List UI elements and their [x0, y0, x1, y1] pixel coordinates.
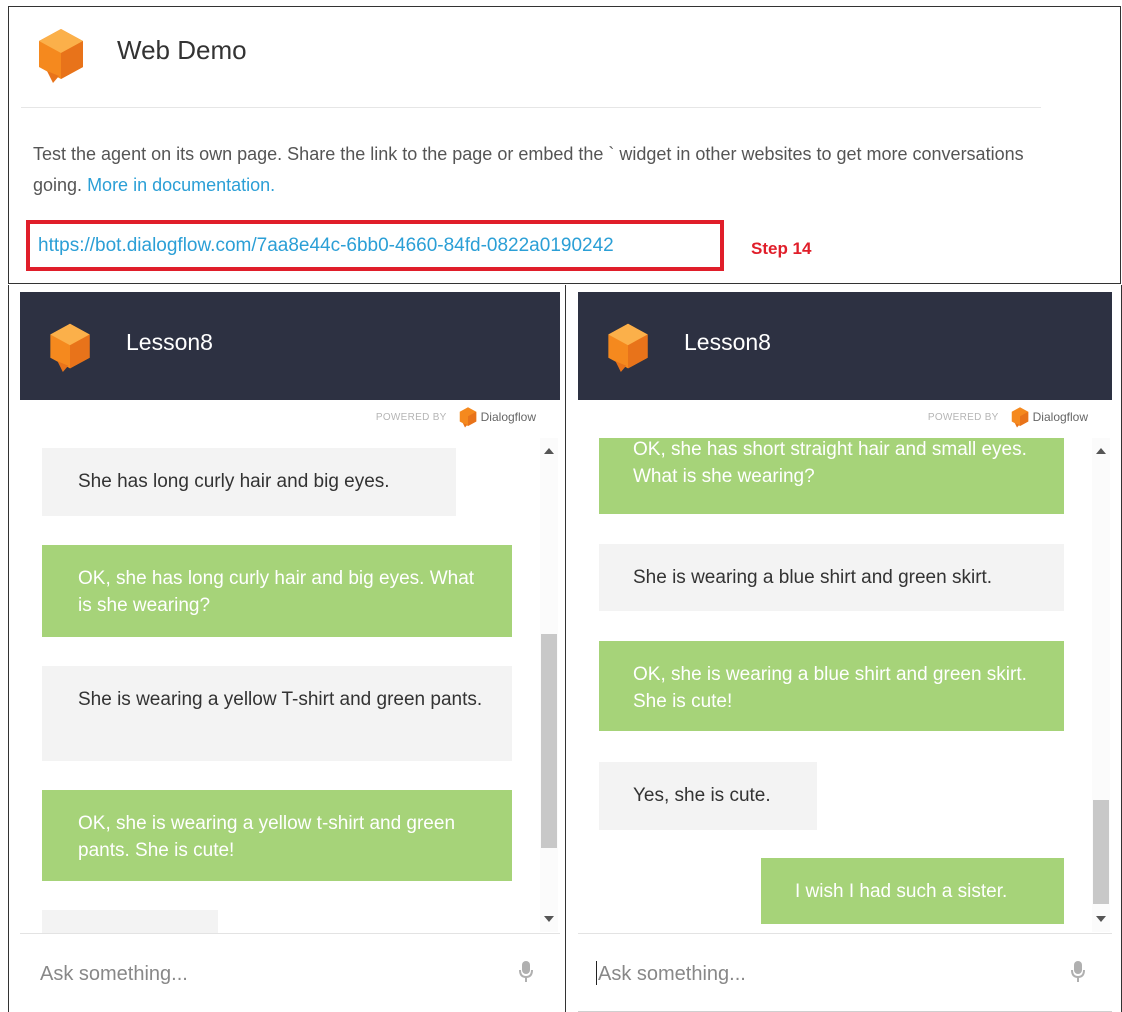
web-demo-header: [37, 25, 85, 85]
dialogflow-logo-icon: [459, 407, 476, 428]
powered-by: POWERED BY Dialogflow: [928, 406, 1088, 428]
web-demo-card: Web Demo Test the agent on its own page.…: [8, 6, 1121, 284]
message-list: OK, she has short straight hair and smal…: [578, 438, 1090, 934]
dialogflow-logo-icon: [1011, 407, 1028, 428]
agent-cube-icon: [50, 323, 90, 372]
message-text: OK, she has short straight hair and smal…: [633, 439, 1027, 487]
microphone-icon[interactable]: [1070, 960, 1086, 984]
description: Test the agent on its own page. Share th…: [33, 139, 1043, 201]
user-message: I wish I had such a sister.: [761, 858, 1064, 924]
user-message: OK, she is wearing a blue shirt and gree…: [599, 641, 1064, 731]
message-text: OK, she is wearing a yellow t-shirt and …: [78, 813, 456, 861]
message-text: OK, she has long curly hair and big eyes…: [78, 568, 475, 616]
bot-message-partial: [42, 910, 218, 934]
ask-input[interactable]: [38, 956, 482, 992]
agent-cube-icon: [608, 323, 648, 372]
bot-url-highlight: https://bot.dialogflow.com/7aa8e44c-6bb0…: [26, 220, 724, 271]
chat-title: Lesson8: [126, 329, 213, 355]
step-label: Step 14: [751, 239, 812, 258]
input-area: [20, 933, 560, 1012]
message-text: I wish I had such a sister.: [795, 881, 1008, 902]
chat-header: Lesson8: [578, 292, 1112, 400]
powered-by-label: POWERED BY: [375, 411, 447, 423]
powered-by-label: POWERED BY: [927, 411, 999, 423]
scroll-thumb[interactable]: [541, 634, 557, 848]
agent-cube-icon: [39, 29, 83, 83]
bot-message: Yes, she is cute.: [599, 762, 817, 830]
bot-message: She is wearing a yellow T-shirt and gree…: [42, 666, 512, 761]
user-message: OK, she is wearing a yellow t-shirt and …: [42, 790, 512, 881]
dialogflow-brand: Dialogflow: [1032, 410, 1088, 424]
message-text: OK, she is wearing a blue shirt and gree…: [633, 664, 1027, 712]
chat-header: Lesson8: [20, 292, 560, 400]
message-text: Yes, she is cute.: [633, 785, 771, 806]
chat-title: Lesson8: [684, 329, 771, 355]
scroll-up-icon[interactable]: [544, 448, 554, 454]
message-text: She is wearing a blue shirt and green sk…: [633, 567, 993, 588]
bot-message: She has long curly hair and big eyes.: [42, 448, 456, 516]
header-divider: [21, 107, 1041, 108]
bot-message: She is wearing a blue shirt and green sk…: [599, 544, 1064, 611]
left-panel: Lesson8 POWERED BY Dialogflow She has lo…: [8, 285, 566, 1012]
bot-url-link[interactable]: https://bot.dialogflow.com/7aa8e44c-6bb0…: [38, 235, 614, 257]
message-list: She has long curly hair and big eyes. OK…: [20, 438, 538, 934]
microphone-icon[interactable]: [518, 960, 534, 984]
powered-by: POWERED BY Dialogflow: [376, 406, 536, 428]
chat-widget-right: Lesson8 POWERED BY Dialogflow OK, she ha…: [578, 292, 1112, 1012]
documentation-link[interactable]: More in documentation.: [87, 175, 275, 195]
user-message: OK, she has short straight hair and smal…: [599, 438, 1064, 514]
scroll-down-icon[interactable]: [1096, 916, 1106, 922]
chat-widget-left: Lesson8 POWERED BY Dialogflow She has lo…: [20, 292, 560, 1012]
scroll-thumb[interactable]: [1093, 800, 1109, 904]
scroll-up-icon[interactable]: [1096, 448, 1106, 454]
message-text: She is wearing a yellow T-shirt and gree…: [78, 689, 483, 710]
scrollbar[interactable]: [540, 438, 558, 932]
page-title: Web Demo: [117, 35, 247, 65]
scroll-down-icon[interactable]: [544, 916, 554, 922]
message-text: She has long curly hair and big eyes.: [78, 471, 390, 492]
input-area: [578, 933, 1112, 1012]
scrollbar[interactable]: [1092, 438, 1110, 932]
user-message: OK, she has long curly hair and big eyes…: [42, 545, 512, 637]
ask-input[interactable]: [596, 956, 1040, 992]
dialogflow-brand: Dialogflow: [480, 410, 536, 424]
right-panel: Lesson8 POWERED BY Dialogflow OK, she ha…: [567, 285, 1122, 1012]
